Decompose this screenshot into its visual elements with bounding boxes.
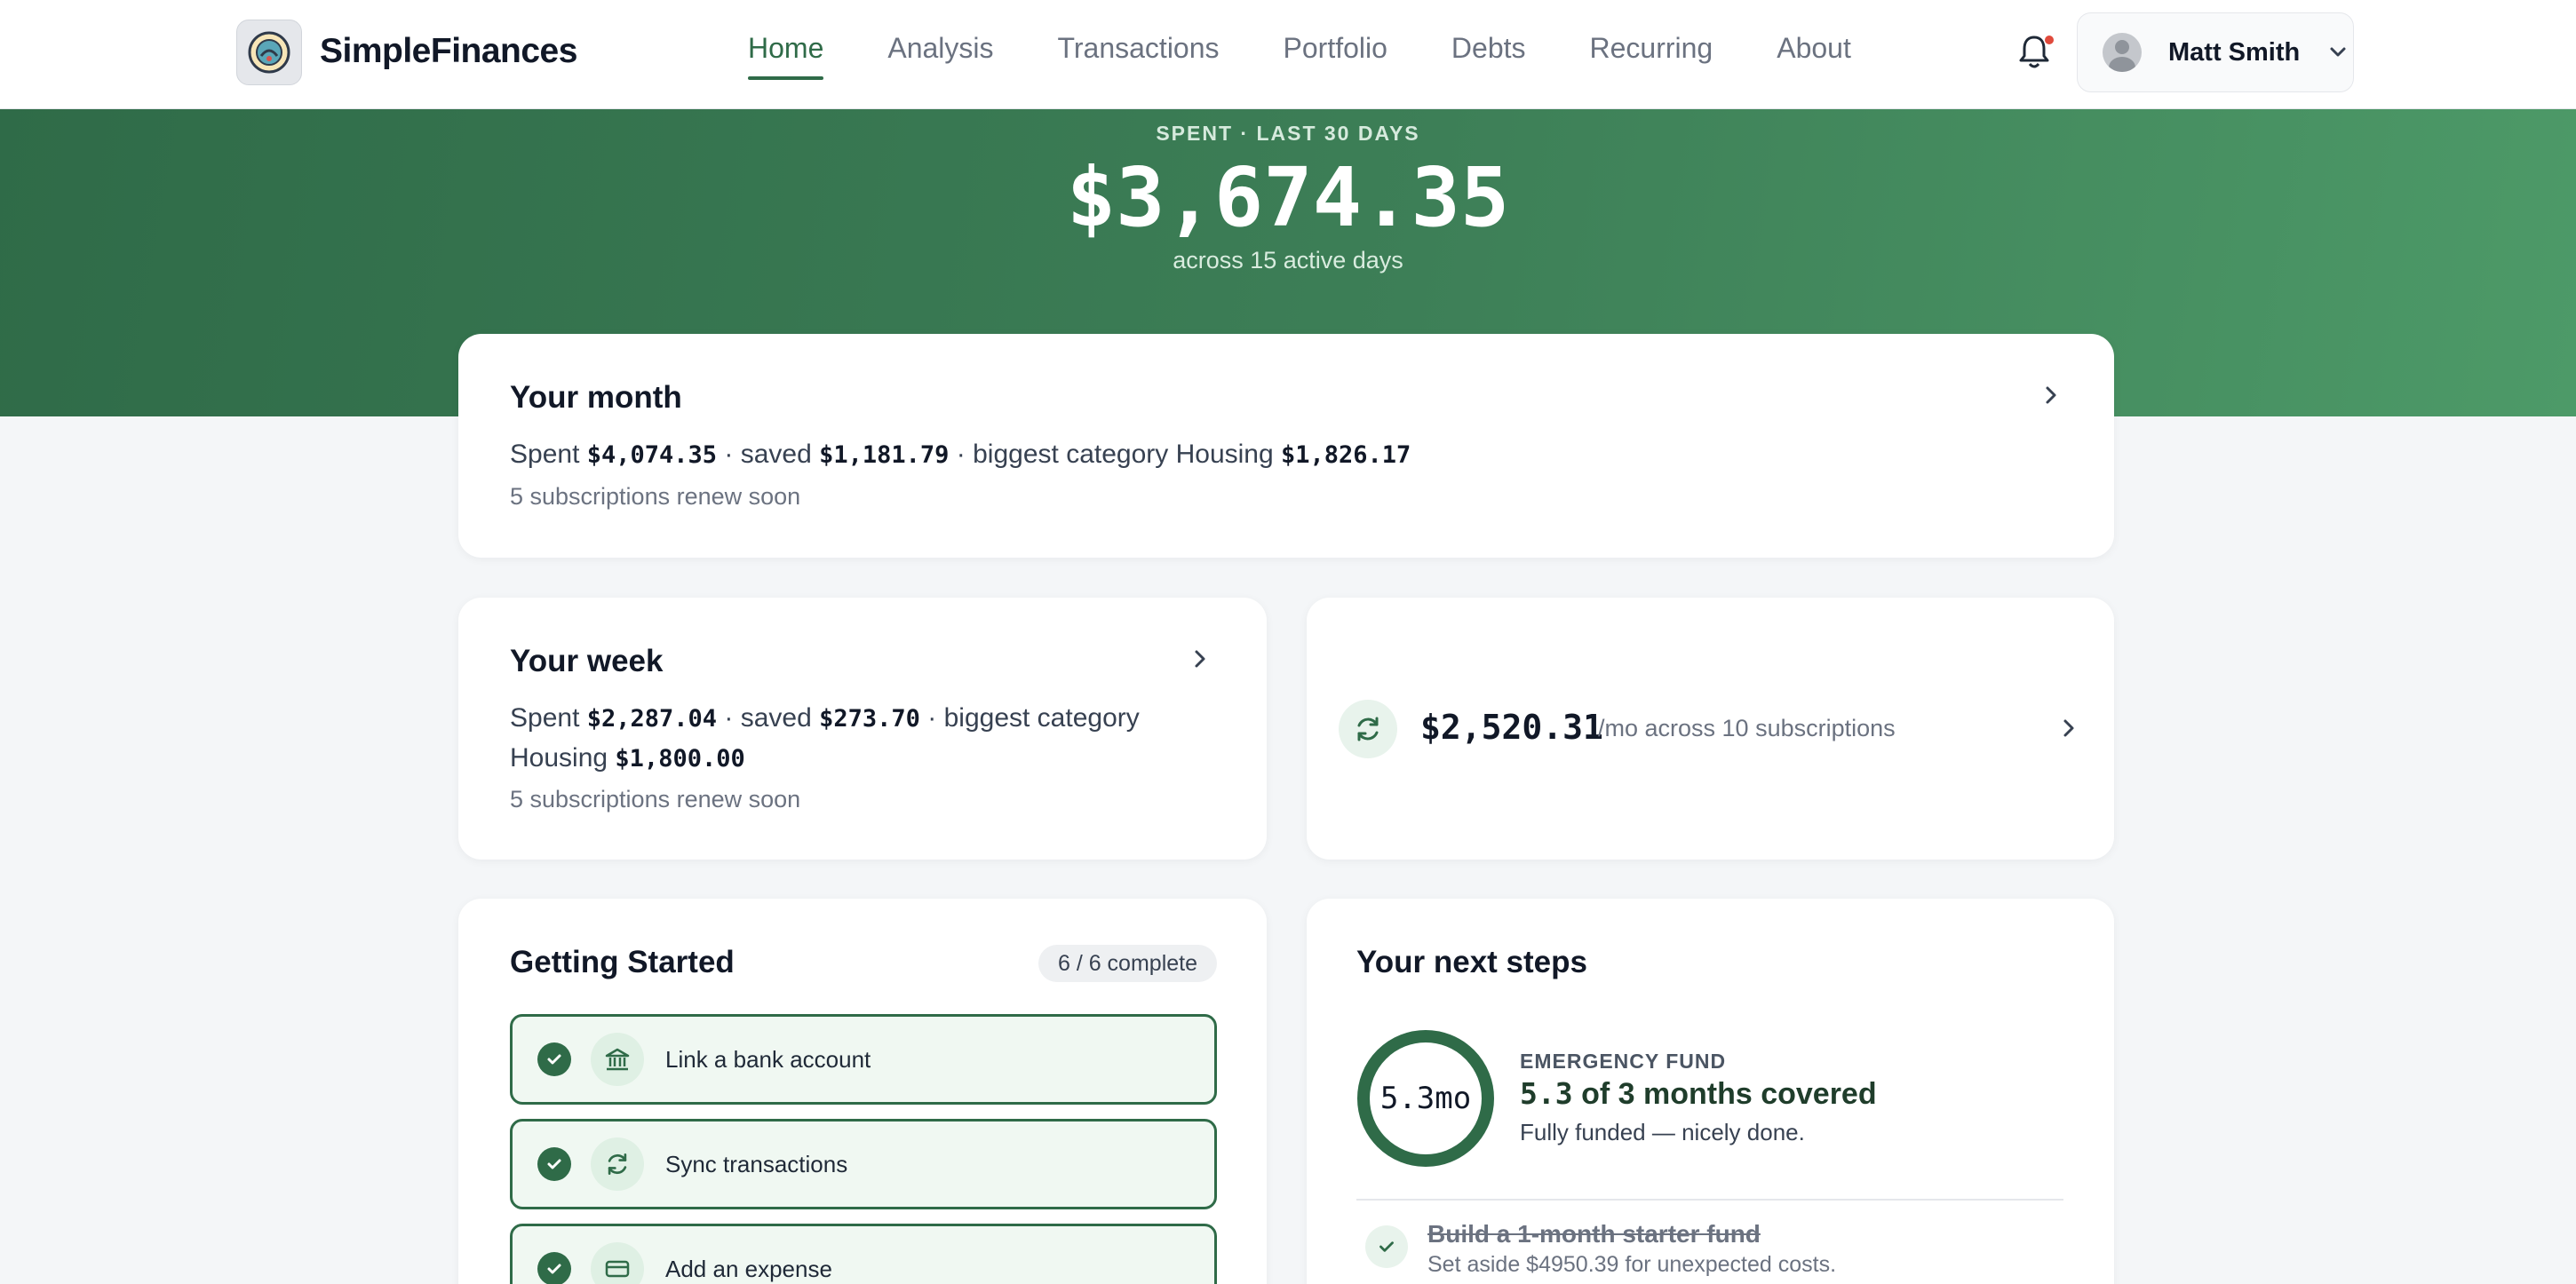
week-summary: Spent $2,287.04 · saved $273.70 · bigges… bbox=[510, 703, 1140, 773]
month-note: 5 subscriptions renew soon bbox=[510, 483, 801, 510]
check-icon bbox=[1365, 1225, 1408, 1268]
chevron-right-icon[interactable] bbox=[2038, 382, 2064, 408]
logo-icon[interactable] bbox=[236, 20, 302, 85]
week-saved: $273.70 bbox=[819, 705, 920, 733]
nav-analysis[interactable]: Analysis bbox=[887, 32, 993, 85]
next-steps-title: Your next steps bbox=[1356, 945, 1587, 979]
top-nav: SimpleFinances Home Analysis Transaction… bbox=[0, 0, 2576, 109]
nav-debts[interactable]: Debts bbox=[1451, 32, 1526, 85]
hero-amount: $3,674.35 bbox=[1066, 150, 1510, 245]
user-menu-button[interactable]: Matt Smith bbox=[2077, 12, 2354, 92]
sync-icon bbox=[1339, 700, 1397, 758]
user-name: Matt Smith bbox=[2168, 37, 2301, 67]
next-steps-card: Your next steps 5.3mo EMERGENCY FUND 5.3… bbox=[1307, 899, 2114, 1284]
avatar bbox=[2103, 33, 2142, 72]
ring-value: 5.3mo bbox=[1379, 1081, 1472, 1116]
task-link-bank[interactable]: Link a bank account bbox=[510, 1014, 1217, 1105]
check-icon bbox=[537, 1147, 571, 1181]
brand-name[interactable]: SimpleFinances bbox=[320, 32, 577, 71]
sync-icon bbox=[591, 1137, 644, 1191]
month-title: Your month bbox=[510, 380, 682, 415]
week-spent: $2,287.04 bbox=[586, 705, 718, 733]
task-label: Sync transactions bbox=[665, 1150, 848, 1177]
month-spent: $4,074.35 bbox=[586, 441, 718, 469]
task-label: Add an expense bbox=[665, 1255, 832, 1282]
nav-links: Home Analysis Transactions Portfolio Deb… bbox=[748, 32, 1915, 85]
step-subtitle: Set aside $4950.39 for unexpected costs. bbox=[1427, 1252, 1837, 1277]
card-icon bbox=[591, 1242, 644, 1284]
subscriptions-amount: $2,520.31 bbox=[1420, 708, 1603, 747]
month-card[interactable]: Your month Spent $4,074.35 · saved $1,18… bbox=[458, 334, 2114, 558]
getting-started-title: Getting Started bbox=[510, 945, 735, 979]
subscriptions-note: /mo across 10 subscriptions bbox=[1598, 715, 1896, 741]
nav-recurring[interactable]: Recurring bbox=[1590, 32, 1713, 85]
emergency-fund-label: EMERGENCY FUND bbox=[1520, 1050, 1727, 1073]
status-badge: 6 / 6 complete bbox=[1038, 945, 1217, 982]
chevron-down-icon bbox=[2330, 47, 2346, 57]
check-icon bbox=[537, 1042, 571, 1076]
chevron-right-icon[interactable] bbox=[2055, 715, 2082, 741]
check-icon bbox=[537, 1252, 571, 1284]
getting-started-card: Getting Started 6 / 6 complete Link a ba… bbox=[458, 899, 1267, 1284]
month-saved: $1,181.79 bbox=[819, 441, 950, 469]
hero-subtitle: across 15 active days bbox=[1173, 247, 1403, 273]
week-card[interactable]: Your week Spent $2,287.04 · saved $273.7… bbox=[458, 598, 1267, 860]
task-sync-transactions[interactable]: Sync transactions bbox=[510, 1119, 1217, 1209]
month-summary: Spent $4,074.35 · saved $1,181.79 · bigg… bbox=[510, 440, 1411, 469]
nav-about[interactable]: About bbox=[1777, 32, 1851, 85]
step-title: Build a 1-month starter fund bbox=[1427, 1220, 1761, 1248]
nav-home[interactable]: Home bbox=[748, 32, 824, 85]
chevron-right-icon[interactable] bbox=[1187, 646, 1213, 672]
divider bbox=[1356, 1199, 2063, 1201]
subscriptions-card[interactable]: $2,520.31 /mo across 10 subscriptions bbox=[1307, 598, 2114, 860]
nav-portfolio[interactable]: Portfolio bbox=[1284, 32, 1387, 85]
nav-transactions[interactable]: Transactions bbox=[1058, 32, 1220, 85]
emergency-fund-status: Fully funded — nicely done. bbox=[1520, 1119, 1805, 1145]
hero-label: SPENT · LAST 30 DAYS bbox=[1156, 122, 1420, 145]
emergency-fund-coverage: 5.3 of 3 months covered bbox=[1520, 1076, 1877, 1111]
bank-icon bbox=[591, 1033, 644, 1086]
notification-dot bbox=[2045, 36, 2054, 44]
week-note: 5 subscriptions renew soon bbox=[510, 786, 801, 812]
month-category-amount: $1,826.17 bbox=[1281, 441, 1411, 469]
task-label: Link a bank account bbox=[665, 1045, 871, 1073]
task-add-expense[interactable]: Add an expense bbox=[510, 1224, 1217, 1284]
week-title: Your week bbox=[510, 644, 664, 678]
bell-icon[interactable] bbox=[2016, 32, 2059, 75]
week-category-amount: $1,800.00 bbox=[615, 745, 745, 773]
